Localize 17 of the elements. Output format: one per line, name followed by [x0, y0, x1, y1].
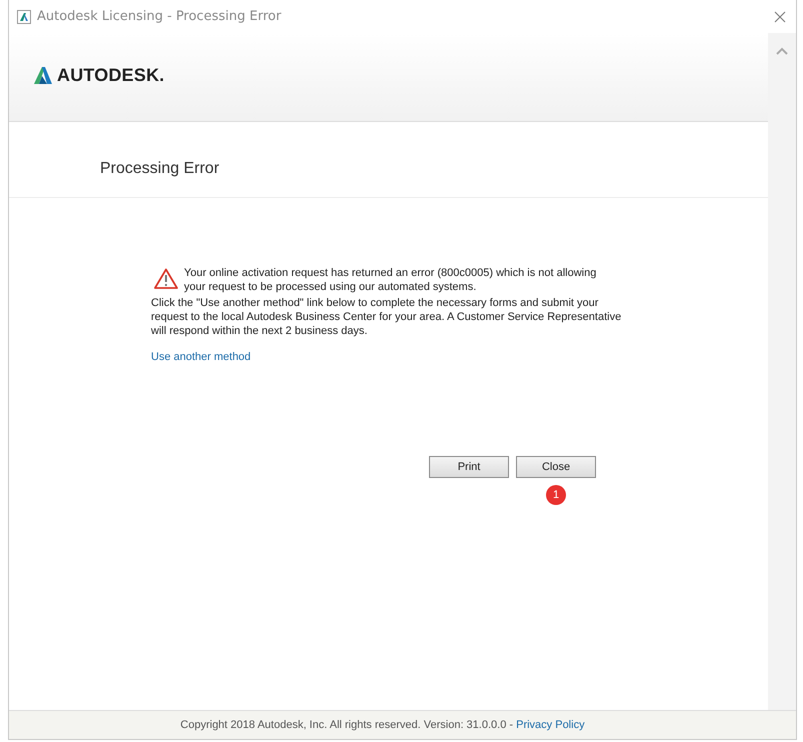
step-badge: 1 — [546, 485, 566, 505]
use-another-method-link[interactable]: Use another method — [151, 350, 251, 364]
brand-name: AUTODESK. — [57, 64, 164, 86]
warning-icon — [154, 268, 178, 289]
dialog-button[interactable]: Print — [429, 456, 509, 478]
scrollbar[interactable] — [768, 33, 796, 710]
privacy-policy-link[interactable]: Privacy Policy — [516, 719, 585, 731]
window-title: Autodesk Licensing - Processing Error — [37, 9, 282, 24]
copyright-text: Copyright 2018 Autodesk, Inc. All rights reserved. Version: 31.0.0.0 - — [180, 719, 514, 731]
scroll-up-icon[interactable] — [776, 47, 788, 55]
close-icon[interactable] — [774, 10, 786, 22]
error-message: Your online activation request has returned an error (800c0005) which is not allowing your request to be processed using our automated systems. — [184, 266, 598, 294]
instructions-text: Click the "Use another method" link below to complete the necessary forms and submit your request to the local Autodesk Business Center for your area. A Customer Service Representative will respond within the next 2 business days. — [151, 296, 622, 338]
app-icon — [17, 10, 31, 24]
page-title: Processing Error — [100, 160, 220, 178]
logo-icon — [33, 65, 53, 85]
dialog-button[interactable]: Close — [516, 456, 596, 478]
